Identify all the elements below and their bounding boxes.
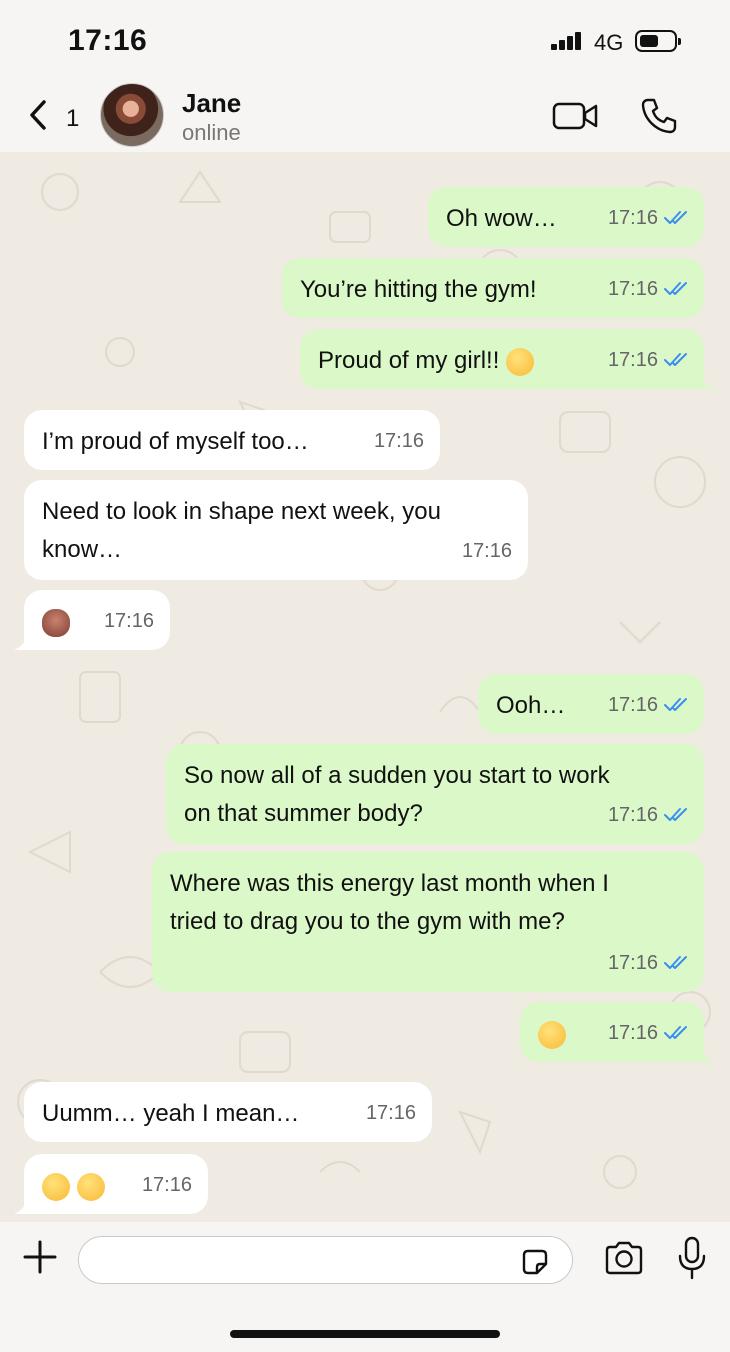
read-ticks-icon <box>664 1026 687 1039</box>
chat-header: 1 Jane online <box>0 80 730 152</box>
message-meta: 17:16 <box>608 686 690 724</box>
message-time: 17:16 <box>607 694 658 716</box>
message-time: 17:16 <box>607 207 658 229</box>
outgoing-message[interactable]: Where was this energy last month when I t… <box>152 852 704 992</box>
flushed-face-icon <box>42 1172 70 1201</box>
message-text: So now all of a sudden you start to work… <box>184 757 610 833</box>
microphone-icon[interactable] <box>677 1236 707 1280</box>
back-chevron-icon[interactable] <box>24 98 54 132</box>
message-line-2: tried to drag you to the gym with me? <box>170 908 565 935</box>
message-meta: 17:16 <box>608 944 690 982</box>
message-time: 17:16 <box>365 1102 416 1124</box>
winking-face-icon <box>538 1020 566 1049</box>
incoming-message[interactable]: I’m proud of myself too… 17:16 <box>24 410 440 470</box>
kissing-face-icon <box>506 347 535 376</box>
incoming-message[interactable]: Uumm… yeah I mean… 17:16 <box>24 1082 432 1142</box>
see-no-evil-monkey-icon <box>42 608 70 637</box>
outgoing-message[interactable]: So now all of a sudden you start to work… <box>166 744 704 844</box>
message-text: I’m proud of myself too… <box>42 428 309 455</box>
message-text-content: Proud of my girl!! <box>318 347 500 374</box>
message-text: Ooh… <box>496 692 566 719</box>
message-time: 17:16 <box>607 278 658 300</box>
status-bar: 17:16 4G <box>0 0 730 80</box>
message-line-1: Need to look in shape next week, you <box>42 498 441 525</box>
incoming-message[interactable]: 17:16 <box>14 1154 208 1214</box>
outgoing-message[interactable]: Oh wow… 17:16 <box>428 187 704 247</box>
message-text: Oh wow… <box>446 205 557 232</box>
avatar[interactable] <box>100 83 164 147</box>
contact-status: online <box>182 120 241 145</box>
message-text: Need to look in shape next week, you know… <box>42 493 441 569</box>
tears-of-joy-face-icon <box>76 1172 105 1201</box>
message-meta: 17:16 <box>608 1014 690 1052</box>
message-time: 17:16 <box>461 540 512 562</box>
message-text: Proud of my girl!! <box>318 342 535 380</box>
outgoing-message[interactable]: 17:16 <box>520 1002 714 1062</box>
chat-area[interactable]: Oh wow… 17:16 You’re hitting the gym! 17… <box>0 152 730 1222</box>
outgoing-message[interactable]: Ooh… 17:16 <box>478 674 704 734</box>
status-time: 17:16 <box>68 24 148 57</box>
message-time: 17:16 <box>607 349 658 371</box>
signal-icon <box>551 32 585 50</box>
message-time: 17:16 <box>607 804 658 826</box>
message-text: Uumm… yeah I mean… <box>42 1100 300 1127</box>
message-text: You’re hitting the gym! <box>300 276 537 303</box>
bubble-tail-icon <box>14 1194 36 1214</box>
video-call-icon[interactable] <box>552 100 600 132</box>
phone-call-icon[interactable] <box>640 97 678 135</box>
message-meta: 17:16 <box>608 796 690 834</box>
message-time: 17:16 <box>607 952 658 974</box>
read-ticks-icon <box>664 698 687 711</box>
incoming-message[interactable]: 17:16 <box>14 590 170 650</box>
message-time: 17:16 <box>103 610 154 632</box>
read-ticks-icon <box>664 282 687 295</box>
message-text <box>42 1167 105 1205</box>
sticker-icon[interactable] <box>520 1247 550 1277</box>
contact-name[interactable]: Jane <box>182 88 241 119</box>
message-line-1: Where was this energy last month when I <box>170 870 609 897</box>
message-text <box>42 603 70 641</box>
outgoing-message[interactable]: Proud of my girl!! 17:16 <box>300 329 714 389</box>
message-meta: 17:16 <box>608 341 690 379</box>
message-time: 17:16 <box>607 1022 658 1044</box>
message-composer <box>0 1222 730 1352</box>
message-line-2: know… <box>42 536 123 563</box>
incoming-message[interactable]: Need to look in shape next week, you know… <box>24 480 528 580</box>
message-time: 17:16 <box>141 1174 192 1196</box>
message-time: 17:16 <box>373 430 424 452</box>
read-ticks-icon <box>664 353 687 366</box>
bubble-tail-icon <box>692 369 714 389</box>
read-ticks-icon <box>664 956 687 969</box>
back-unread-count[interactable]: 1 <box>66 105 79 133</box>
message-text <box>538 1015 566 1053</box>
message-text: Where was this energy last month when I t… <box>170 865 609 941</box>
message-input[interactable] <box>78 1236 573 1284</box>
read-ticks-icon <box>664 211 687 224</box>
bubble-tail-icon <box>692 1042 714 1062</box>
message-line-1: So now all of a sudden you start to work <box>184 762 610 789</box>
message-line-2: on that summer body? <box>184 800 423 827</box>
network-type: 4G <box>594 30 624 55</box>
camera-icon[interactable] <box>603 1240 645 1276</box>
battery-icon <box>635 30 681 52</box>
home-indicator <box>230 1330 500 1338</box>
outgoing-message[interactable]: You’re hitting the gym! 17:16 <box>282 258 704 318</box>
bubble-tail-icon <box>14 630 36 650</box>
message-meta: 17:16 <box>608 270 690 308</box>
message-meta: 17:16 <box>608 199 690 237</box>
read-ticks-icon <box>664 808 687 821</box>
plus-icon[interactable] <box>22 1239 58 1275</box>
